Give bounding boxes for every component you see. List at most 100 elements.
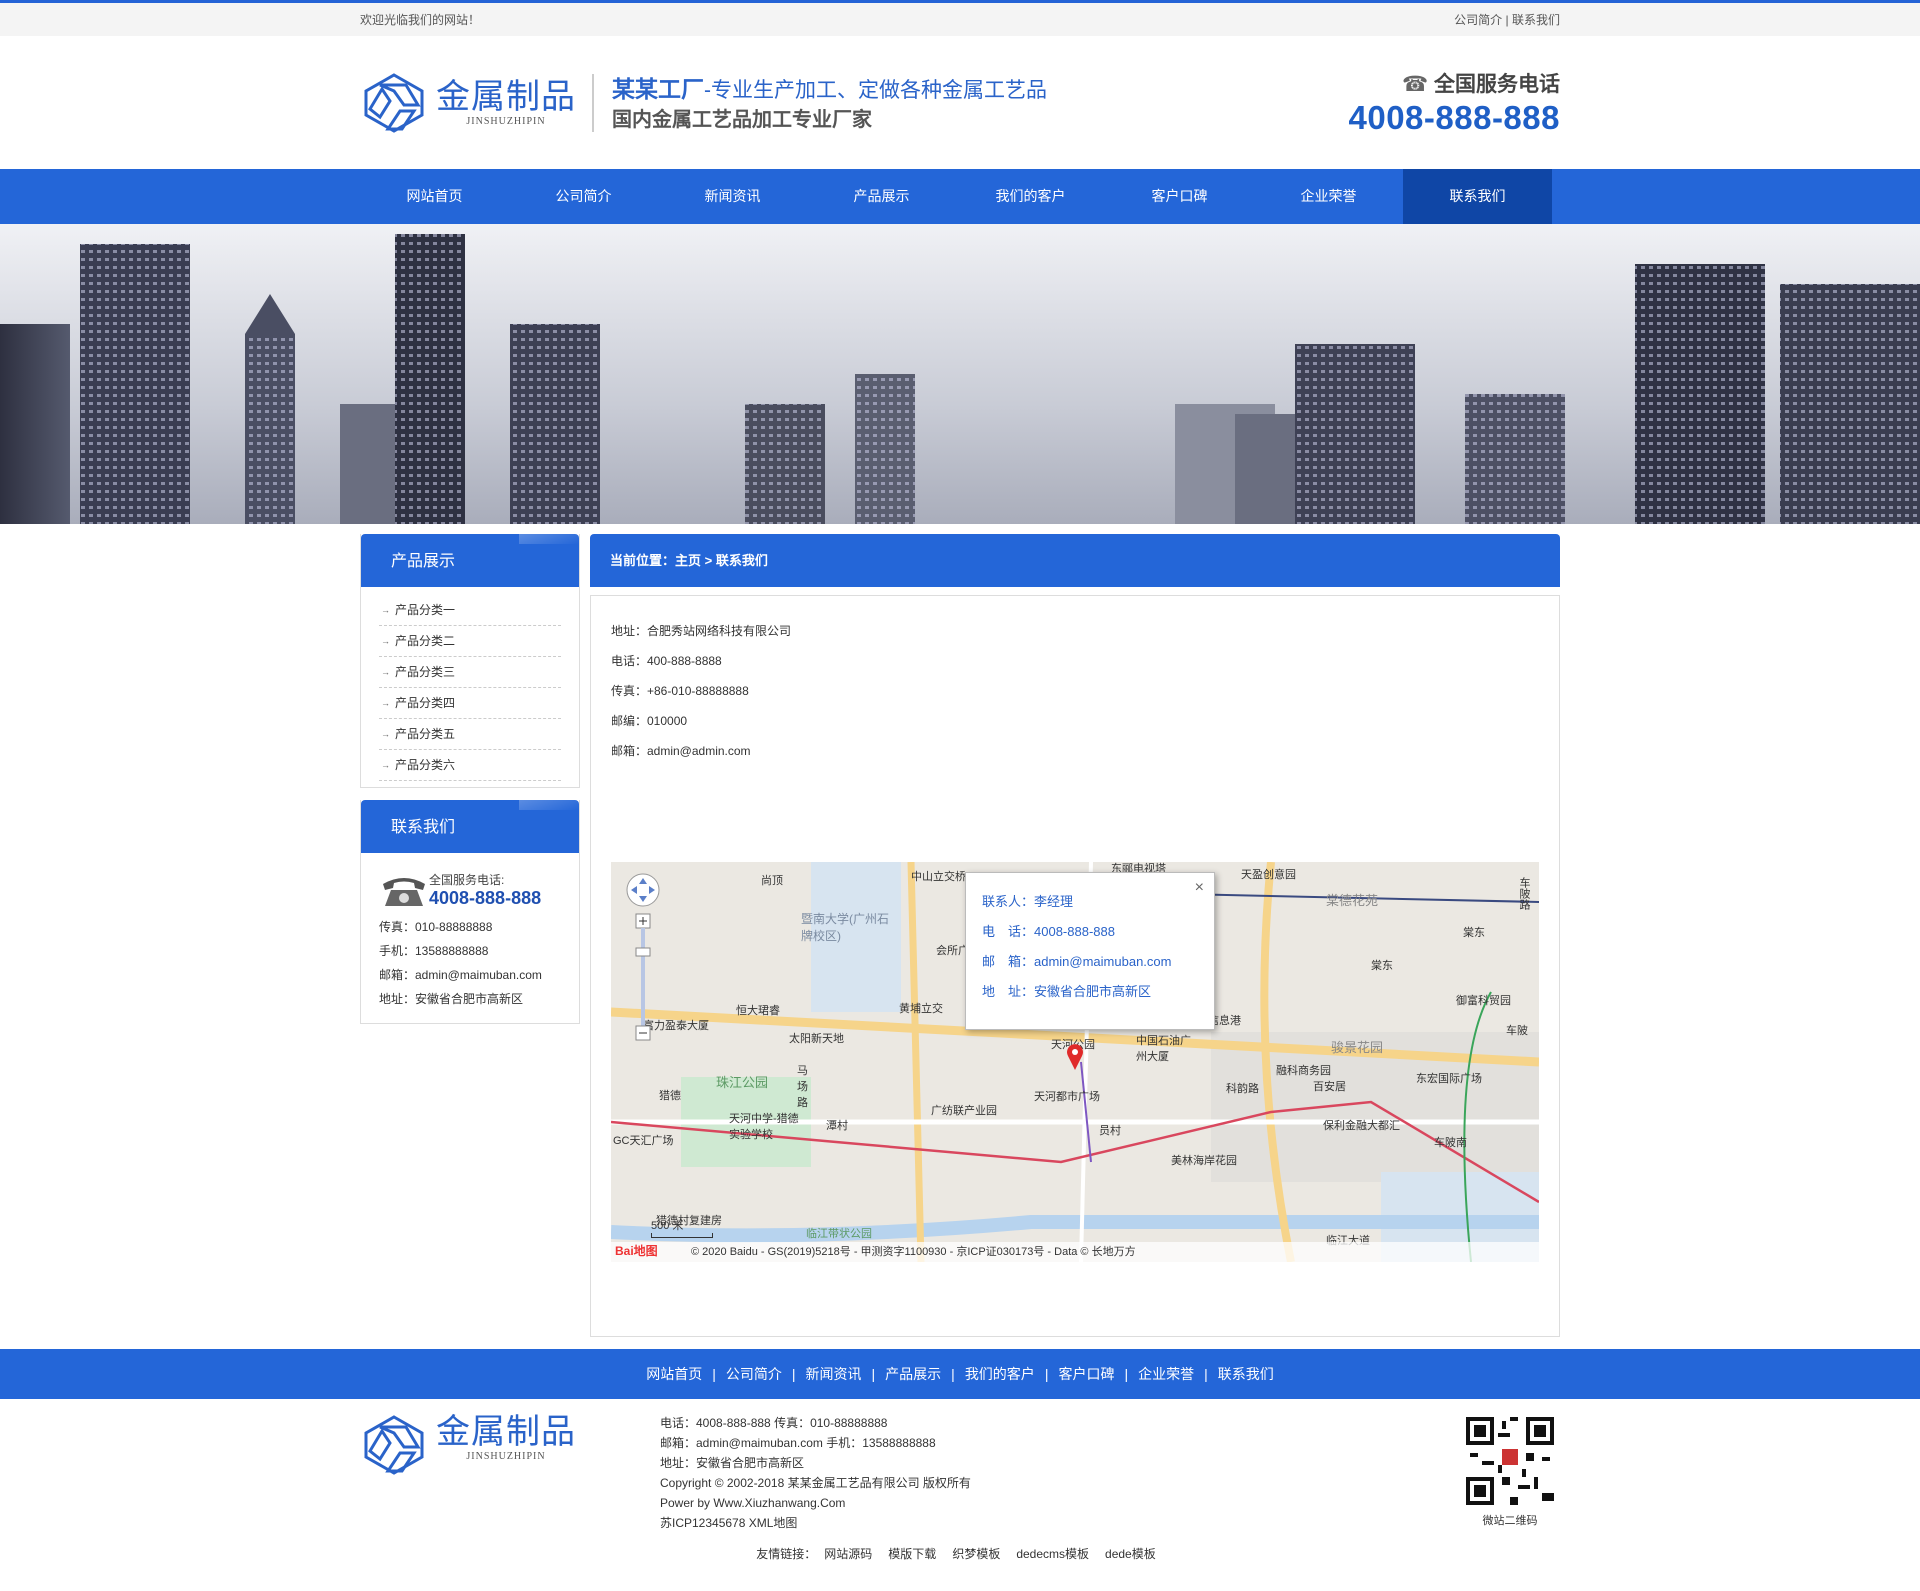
footer-info-line: Copyright © 2002-2018 某某金属工艺品有限公司 版权所有	[660, 1476, 971, 1490]
friend-link[interactable]: dede模板	[1105, 1547, 1156, 1561]
sidebar: 产品展示 产品分类一 产品分类二 产品分类三 产品分类四 产品分类五 产品分类六…	[360, 534, 580, 1337]
map-label: 棠德花苑	[1326, 893, 1379, 908]
slogan: 某某工厂-专业生产加工、定做各种金属工艺品 国内金属工艺品加工专业厂家	[592, 73, 1047, 132]
contact-fax: 传真：010-88888888	[379, 920, 493, 934]
baidu-map[interactable]: 尚顶 中山立交桥 东郦电视塔 天盈创意园 棠德花苑 车陂路 暨南大学(广州石牌校…	[611, 862, 1539, 1262]
map-label: 车陂	[1506, 1025, 1528, 1037]
qr-label: 微站二维码	[1482, 1515, 1538, 1527]
footer-nav-sep: |	[871, 1366, 876, 1382]
map-scale: 500 米	[651, 1217, 713, 1238]
map-label: 尚顶	[761, 875, 783, 887]
contact-phone-number: 4008-888-888	[429, 888, 542, 908]
footer-nav-clients[interactable]: 我们的客户	[965, 1366, 1035, 1382]
telephone-icon	[383, 878, 425, 906]
nav-item-contact[interactable]: 联系我们	[1403, 169, 1552, 224]
footer-info: 电话：4008-888-888 传真：010-88888888 邮箱：admin…	[660, 1413, 971, 1549]
site-logo[interactable]: 金属制品 JINSHUZHIPIN	[360, 71, 600, 135]
footer-nav-contact[interactable]: 联系我们	[1218, 1366, 1274, 1382]
logo-mark-icon	[364, 1415, 424, 1475]
slogan-brand: 某某工厂	[612, 75, 704, 102]
category-item[interactable]: 产品分类五	[379, 719, 561, 750]
slogan-rest: -专业生产加工、定做各种金属工艺品	[704, 78, 1047, 102]
map-label: 融科商务园	[1276, 1065, 1331, 1077]
map-label: 天河都市广场	[1034, 1091, 1100, 1103]
nav-item-clients[interactable]: 我们的客户	[956, 169, 1105, 224]
hotline-number: 4008-888-888	[1348, 98, 1560, 136]
nav-item-news[interactable]: 新闻资讯	[658, 169, 807, 224]
close-icon[interactable]: ×	[1195, 879, 1204, 897]
map-label: 黄埔立交	[899, 1003, 943, 1015]
map-label: 马场路	[797, 1065, 808, 1109]
category-item[interactable]: 产品分类六	[379, 750, 561, 781]
footer-nav-honors[interactable]: 企业荣誉	[1138, 1366, 1194, 1382]
map-label: 潭村	[826, 1120, 848, 1132]
footer-info-line: Power by Www.Xiuzhanwang.Com	[660, 1496, 846, 1510]
nav-item-reviews[interactable]: 客户口碑	[1105, 169, 1254, 224]
logo-text-en: JINSHUZHIPIN	[466, 116, 546, 127]
slogan-line2: 国内金属工艺品加工专业厂家	[612, 108, 872, 131]
footer-nav-about[interactable]: 公司简介	[726, 1366, 782, 1382]
footer-logo-cn: 金属制品	[436, 1413, 576, 1451]
info-line: 传真：+86-010-88888888	[611, 684, 749, 698]
product-category-box: 产品展示 产品分类一 产品分类二 产品分类三 产品分类四 产品分类五 产品分类六	[360, 534, 580, 788]
friend-link[interactable]: 网站源码	[824, 1547, 872, 1561]
qr-code-icon	[1462, 1413, 1558, 1509]
zoom-control-icon[interactable]	[625, 872, 661, 1072]
map-label: 天河中学-猎德实验学校	[729, 1113, 799, 1141]
map-label: 御富科贸园	[1456, 995, 1511, 1007]
map-label: 中山立交桥	[911, 871, 966, 883]
content-area: 当前位置：主页 > 联系我们 地址：合肥秀站网络科技有限公司 电话：400-88…	[590, 534, 1560, 1337]
map-label: 恒大珺睿	[736, 1005, 780, 1017]
friend-link[interactable]: 织梦模板	[952, 1547, 1000, 1561]
footer-nav-home[interactable]: 网站首页	[646, 1366, 702, 1382]
map-label: 骏景花园	[1331, 1040, 1384, 1055]
footer-nav: 网站首页 | 公司简介 | 新闻资讯 | 产品展示 | 我们的客户 | 客户口碑 | 企业荣誉 | 联系我们	[0, 1349, 1920, 1399]
contact-box: 联系我们 全国服务电话: 4008-888-888 传真：010-8888888…	[360, 800, 580, 1024]
hotline: ☎ 全国服务电话 4008-888-888	[1348, 68, 1560, 138]
category-item[interactable]: 产品分类三	[379, 657, 561, 688]
info-line: 地址：合肥秀站网络科技有限公司	[611, 624, 792, 638]
contact-info: 地址：合肥秀站网络科技有限公司 电话：400-888-8888 传真：+86-0…	[611, 616, 1539, 766]
top-links: 公司简介 | 联系我们	[1454, 11, 1560, 28]
baidu-map-logo[interactable]: Bai地图	[615, 1242, 658, 1259]
city-skyline-image	[0, 234, 1920, 524]
popup-email: 邮 箱：admin@maimuban.com	[982, 954, 1172, 969]
map-copyright: © 2020 Baidu - GS(2019)5218号 - 甲测资字11009…	[611, 1242, 1539, 1262]
contact-address: 地址：安徽省合肥市高新区	[379, 992, 524, 1006]
category-item[interactable]: 产品分类一	[379, 595, 561, 626]
footer-nav-sep: |	[1204, 1366, 1208, 1382]
footer-nav-reviews[interactable]: 客户口碑	[1058, 1366, 1114, 1382]
nav-item-products[interactable]: 产品展示	[807, 169, 956, 224]
friend-links-label: 友情链接：	[756, 1547, 817, 1561]
footer-logo-en: JINSHUZHIPIN	[466, 1451, 546, 1462]
info-line: 邮编：010000	[611, 714, 688, 728]
map-marker-icon[interactable]	[1065, 1042, 1085, 1070]
map-label: 临江带状公园	[806, 1228, 872, 1240]
top-link-contact[interactable]: 联系我们	[1512, 13, 1560, 27]
contact-box-title: 联系我们	[361, 800, 579, 853]
top-bar: 欢迎光临我们的网站！ 公司简介 | 联系我们	[0, 0, 1920, 36]
footer-info-line[interactable]: 苏ICP12345678 XML地图	[660, 1513, 971, 1533]
footer-nav-sep: |	[712, 1366, 716, 1382]
product-category-title: 产品展示	[361, 534, 579, 587]
nav-item-about[interactable]: 公司简介	[509, 169, 658, 224]
map-label: GC天汇广场	[613, 1135, 674, 1147]
map-label: 车陂路	[1518, 877, 1530, 910]
map-label: 猎德	[659, 1090, 681, 1102]
friend-link[interactable]: 模版下载	[888, 1547, 936, 1561]
footer-nav-products[interactable]: 产品展示	[885, 1366, 941, 1382]
hotline-title: 全国服务电话	[1434, 72, 1560, 96]
footer-nav-sep: |	[1044, 1366, 1049, 1382]
category-item[interactable]: 产品分类四	[379, 688, 561, 719]
footer-logo[interactable]: 金属制品 JINSHUZHIPIN	[360, 1413, 600, 1549]
top-link-about[interactable]: 公司简介	[1454, 13, 1502, 27]
nav-item-honors[interactable]: 企业荣誉	[1254, 169, 1403, 224]
friend-link[interactable]: dedecms模板	[1016, 1547, 1089, 1561]
welcome-text: 欢迎光临我们的网站！	[360, 13, 481, 27]
nav-item-home[interactable]: 网站首页	[360, 169, 509, 224]
footer-nav-news[interactable]: 新闻资讯	[806, 1366, 862, 1382]
footer: 金属制品 JINSHUZHIPIN 电话：4008-888-888 传真：010…	[0, 1399, 1920, 1562]
logo-text-cn: 金属制品	[436, 78, 576, 116]
category-item[interactable]: 产品分类二	[379, 626, 561, 657]
map-label: 东宏国际广场	[1416, 1073, 1482, 1085]
